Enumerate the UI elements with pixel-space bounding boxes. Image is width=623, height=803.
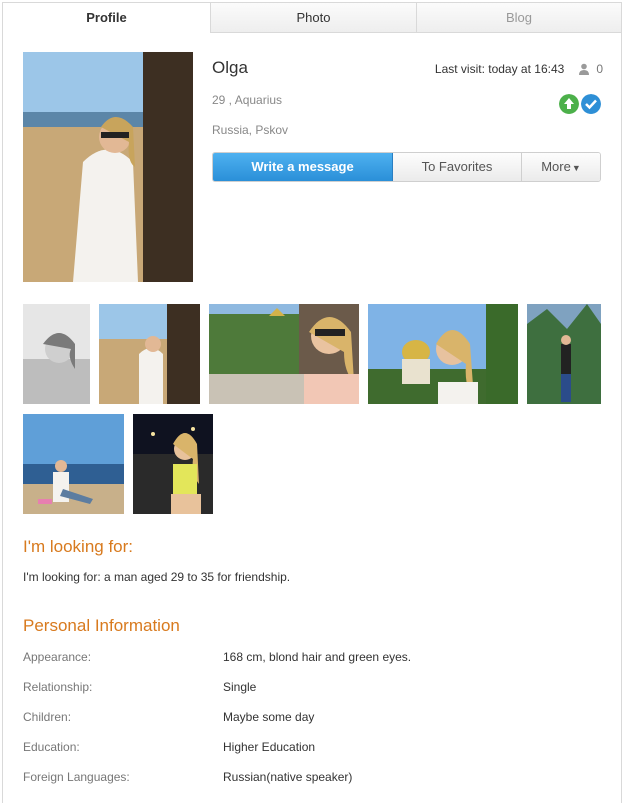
arrow-up-icon[interactable]: [559, 94, 579, 114]
looking-for-text: I'm looking for: a man aged 29 to 35 for…: [23, 570, 291, 584]
info-label-languages: Foreign Languages:: [23, 770, 130, 784]
age-zodiac: 29 , Aquarius: [212, 93, 283, 107]
tab-bar: Profile Photo Blog: [3, 3, 621, 34]
view-count: 0: [596, 62, 603, 76]
action-buttons: Write a message To Favorites More▼: [212, 152, 601, 182]
photo-thumbnail[interactable]: [133, 414, 213, 514]
info-value-appearance: 168 cm, blond hair and green eyes.: [223, 650, 412, 664]
main-profile-photo[interactable]: [23, 52, 193, 282]
photo-thumbnail[interactable]: [527, 304, 601, 404]
info-label-appearance: Appearance:: [23, 650, 92, 664]
location: Russia, Pskov: [212, 123, 289, 137]
info-value-languages: Russian(native speaker): [223, 770, 353, 784]
check-icon[interactable]: [581, 94, 601, 114]
profile-name: Olga: [212, 58, 248, 77]
photo-thumbnail[interactable]: [23, 414, 124, 514]
looking-for-title: I'm looking for:: [23, 537, 134, 556]
photo-thumbnail[interactable]: [99, 304, 200, 404]
info-value-education: Higher Education: [223, 740, 316, 754]
tab-photo[interactable]: Photo: [210, 3, 417, 33]
info-label-children: Children:: [23, 710, 72, 724]
status-badges: [559, 94, 601, 114]
info-label-education: Education:: [23, 740, 80, 754]
photo-thumbnail[interactable]: [368, 304, 518, 404]
favorites-button[interactable]: To Favorites: [393, 153, 522, 181]
info-value-children: Maybe some day: [223, 710, 315, 724]
photo-thumbnail[interactable]: [209, 304, 359, 404]
last-visit-text: Last visit: today at 16:43: [434, 62, 565, 76]
more-button[interactable]: More▼: [522, 153, 600, 181]
person-icon: [579, 63, 590, 75]
last-visit: Last visit: today at 16:43 0: [435, 62, 603, 76]
personal-info-title: Personal Information: [23, 616, 180, 635]
info-value-relationship: Single: [223, 680, 257, 694]
tab-profile[interactable]: Profile: [3, 3, 210, 33]
chevron-down-icon: ▼: [571, 163, 581, 173]
more-label: More: [541, 159, 571, 174]
tab-blog[interactable]: Blog: [417, 3, 621, 33]
write-message-button[interactable]: Write a message: [213, 153, 393, 181]
profile-panel: Profile Photo Blog Olga Last visit: toda…: [2, 2, 622, 803]
info-label-relationship: Relationship:: [23, 680, 93, 694]
photo-thumbnail[interactable]: [23, 304, 90, 404]
